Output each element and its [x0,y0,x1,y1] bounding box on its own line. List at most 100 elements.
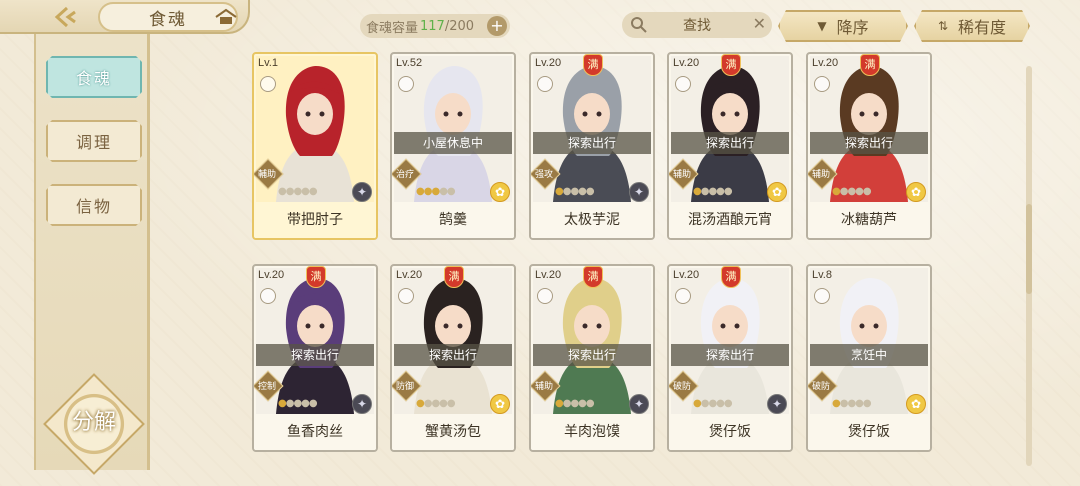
character-name: 混汤酒酿元宵 [669,202,791,238]
element-icon: ✦ [767,394,787,414]
food-soul-card[interactable]: Lv.20 满 探索出行 辅助 ●●●●● ✿ 混汤酒酿元宵 [667,52,793,240]
food-soul-card[interactable]: Lv.52 小屋休息中 治疗 ●●●●● ✿ 鹄羹 [390,52,516,240]
status-banner: 探索出行 [394,344,512,366]
character-name: 煲仔饭 [669,414,791,450]
skill-icon [398,288,414,304]
sidebar: 食魂 调理 信物 分解 [34,34,150,475]
sort-arrows-icon: ⇅ [937,19,949,33]
close-icon[interactable]: ✕ [753,14,766,33]
status-banner: 探索出行 [810,132,928,154]
scrollbar-thumb[interactable] [1026,204,1032,294]
character-name: 鹄羹 [392,202,514,238]
star-rating: ●●●●● [278,398,318,409]
sort-rarity-button[interactable]: ⇅ 稀有度 [914,10,1030,42]
sidebar-item-food-soul[interactable]: 食魂 [46,56,142,98]
element-icon: ✦ [629,182,649,202]
search-bar[interactable]: 查找 ✕ [622,12,772,38]
status-banner: 烹饪中 [810,344,928,366]
skill-icon [260,76,276,92]
decompose-label: 分解 [71,410,116,435]
character-name: 煲仔饭 [808,414,930,450]
sidebar-item-training[interactable]: 调理 [46,120,142,162]
scrollbar[interactable] [1026,66,1032,466]
star-rating: ●●●●● [693,186,733,197]
back-arrow-icon [54,6,76,28]
status-banner: 探索出行 [533,132,651,154]
skill-icon [537,76,553,92]
status-banner: 探索出行 [533,344,651,366]
level-label: Lv.20 [673,269,700,281]
sidebar-item-label: 调理 [75,133,112,152]
max-level-badge: 满 [721,54,741,76]
sort-order-label: 降序 [836,18,869,37]
capacity-add-button[interactable]: + [487,16,507,36]
role-label: 控制 [257,381,276,392]
character-name: 蟹黄汤包 [392,414,514,450]
role-label: 强攻 [534,169,553,180]
sort-rarity-label: 稀有度 [958,18,1007,37]
sort-order-button[interactable]: ▼ 降序 [778,10,908,42]
food-soul-card[interactable]: Lv.20 满 探索出行 控制 ●●●●● ✦ 鱼香肉丝 [252,264,378,452]
role-label: 辅助 [672,169,691,180]
max-level-badge: 满 [860,54,880,76]
role-label: 辅助 [534,381,553,392]
element-icon: ✿ [490,394,510,414]
top-header: 食魂 [0,0,250,34]
level-label: Lv.8 [812,269,832,281]
role-badge: 破防 [669,372,695,398]
star-rating: ●●●●● [832,398,872,409]
sidebar-item-label: 信物 [75,197,112,216]
max-level-badge: 满 [721,266,741,288]
sidebar-item-label: 食魂 [75,69,112,88]
star-rating: ●●●●● [693,398,733,409]
star-rating: ●●●●● [416,186,456,197]
home-icon[interactable] [214,8,238,26]
skill-icon [675,76,691,92]
star-rating: ●●●●● [555,186,595,197]
food-soul-card[interactable]: Lv.8 烹饪中 破防 ●●●●● ✿ 煲仔饭 [806,264,932,452]
food-soul-card[interactable]: Lv.20 满 探索出行 辅助 ●●●●● ✦ 羊肉泡馍 [529,264,655,452]
skill-icon [814,288,830,304]
level-label: Lv.20 [812,57,839,69]
character-name: 太极芋泥 [531,202,653,238]
role-badge: 輔助 [254,160,280,186]
sidebar-item-tokens[interactable]: 信物 [46,184,142,226]
food-soul-card[interactable]: Lv.20 满 探索出行 强攻 ●●●●● ✦ 太极芋泥 [529,52,655,240]
role-label: 辅助 [811,169,830,180]
food-soul-card[interactable]: Lv.20 满 探索出行 防御 ●●●●● ✿ 蟹黄汤包 [390,264,516,452]
food-soul-card[interactable]: Lv.20 满 探索出行 辅助 ●●●●● ✿ 冰糖葫芦 [806,52,932,240]
back-button[interactable] [48,4,84,30]
capacity-current: 117 [420,18,445,34]
role-label: 防御 [395,381,414,392]
star-rating: ●●●●● [416,398,456,409]
capacity-label: 食魂容量 [366,20,419,36]
role-badge: 辅助 [531,372,557,398]
capacity-display: 食魂容量 117 /200 + [360,14,510,38]
element-icon: ✿ [490,182,510,202]
search-icon [631,17,647,33]
skill-icon [398,76,414,92]
status-banner: 探索出行 [256,344,374,366]
character-name: 羊肉泡馍 [531,414,653,450]
star-rating: ●●●●● [278,186,318,197]
skill-icon [537,288,553,304]
role-badge: 辅助 [808,160,834,186]
triangle-down-icon: ▼ [817,19,827,33]
role-badge: 破防 [808,372,834,398]
food-soul-card[interactable]: Lv.20 满 探索出行 破防 ●●●●● ✦ 煲仔饭 [667,264,793,452]
max-level-badge: 满 [306,266,326,288]
level-label: Lv.52 [396,57,423,69]
skill-icon [260,288,276,304]
skill-icon [675,288,691,304]
role-label: 輔助 [257,169,276,180]
star-rating: ●●●●● [555,398,595,409]
level-label: Lv.20 [535,57,562,69]
skill-icon [814,76,830,92]
role-label: 破防 [672,381,691,392]
max-level-badge: 满 [444,266,464,288]
capacity-total: /200 [444,18,475,34]
max-level-badge: 满 [583,266,603,288]
role-label: 治疗 [395,169,414,180]
element-icon: ✦ [352,182,372,202]
food-soul-card[interactable]: Lv.1 輔助 ●●●●● ✦ 带把肘子 [252,52,378,240]
